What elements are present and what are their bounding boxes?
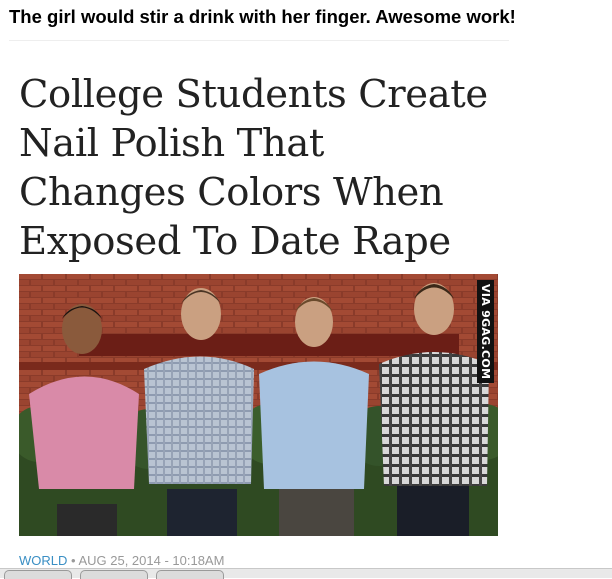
post-caption: The girl would stir a drink with her fin… [9,6,516,27]
taskbar-button[interactable] [156,570,224,579]
taskbar-button[interactable] [4,570,72,579]
divider [9,40,509,41]
meta-separator: • [67,553,79,568]
watermark: VIA 9GAG.COM [477,280,494,384]
photo-illustration [19,274,498,536]
article-date: AUG 25, 2014 - 10:18AM [78,553,225,568]
taskbar-button[interactable] [80,570,148,579]
article-photo[interactable]: VIA 9GAG.COM [19,274,498,536]
article-meta: WORLD • AUG 25, 2014 - 10:18AM [19,553,224,568]
category-link[interactable]: WORLD [19,553,67,568]
